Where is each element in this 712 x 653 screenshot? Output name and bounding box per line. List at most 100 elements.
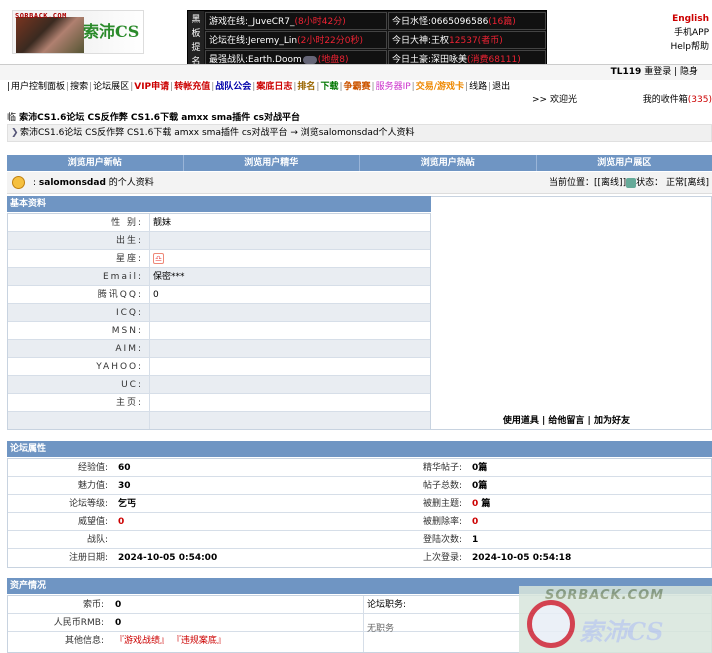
relogin-link[interactable]: 重登录: [644, 67, 671, 77]
add-friend-link[interactable]: 加为好友: [594, 416, 630, 426]
table-row: Email: 保密***: [8, 268, 430, 286]
menu-item-logout[interactable]: 退出: [491, 82, 511, 92]
notice-side-char: 板: [191, 29, 201, 39]
profile-actions: 使用道具 | 给他留言 | 加为好友: [502, 416, 630, 426]
menu-item-record-log[interactable]: 案底日志: [255, 82, 293, 92]
field-value: 0篇: [472, 463, 488, 473]
page-title-prefix: 临: [7, 113, 17, 123]
field-value: 0篇: [472, 481, 488, 491]
menu-item-routes[interactable]: 线路: [468, 82, 488, 92]
leave-message-link[interactable]: 给他留言: [548, 416, 584, 426]
profile-username: salomonsdad: [38, 178, 106, 188]
table-row: 战队: 登陆次数: 1: [8, 531, 711, 549]
notice-online-game[interactable]: 游戏在线:_JuveCR7_(8小时42分): [205, 12, 387, 30]
location-value: [[离线]]: [594, 178, 627, 188]
breadcrumb: ❯ 索沛CS1.6论坛 CS反作弊 CS1.6下载 amxx sma插件 cs对…: [7, 124, 712, 142]
menu-item-trade[interactable]: 交易/游戏卡: [415, 82, 465, 92]
menu-item-forum-showcase[interactable]: 论坛展区: [92, 82, 130, 92]
field-value: 0: [115, 618, 122, 628]
field-label: 其他信息:: [64, 636, 104, 646]
use-item-link[interactable]: 使用道具: [503, 416, 539, 426]
field-value: [149, 358, 430, 375]
help-link[interactable]: Help帮助: [670, 40, 709, 54]
team-badge-icon: [302, 55, 317, 64]
field-value: [118, 531, 358, 548]
field-label: 星座:: [115, 254, 143, 264]
notice-highlight: (8小时42分): [294, 17, 346, 27]
field-label: 登陆次数:: [422, 535, 462, 545]
field-label: 论坛等级:: [68, 499, 108, 509]
field-label: AIM:: [8, 340, 149, 357]
field-label: 性 别:: [111, 218, 143, 228]
forum-post-label: 论坛职务:: [367, 600, 407, 610]
inbox-link[interactable]: 我的收件箱(335): [643, 94, 712, 106]
basic-info-table: 性 别: 靓妹 出生: 星座: ♎ Email: 保密*** 腾讯QQ: 0 ICQ: …: [7, 213, 431, 430]
table-row: UC:: [8, 376, 430, 394]
field-label: 威望值:: [77, 517, 108, 527]
current-user[interactable]: TL119: [611, 67, 642, 77]
watermark-top-text: SORBACK.COM: [545, 588, 665, 603]
english-link[interactable]: English: [670, 12, 709, 26]
status-label: 状态：: [636, 178, 664, 188]
mobile-app-link[interactable]: 手机APP: [670, 26, 709, 40]
breadcrumb-text[interactable]: 索沛CS1.6论坛 CS反作弊 CS1.6下载 amxx sma插件 cs对战平…: [20, 128, 415, 138]
field-label: 人民币RMB:: [53, 618, 104, 628]
header: SORBACK.COM 索沛CS 黑 板 提 名 游戏在线:_JuveCR7_(…: [0, 0, 712, 68]
notice-board: 黑 板 提 名 游戏在线:_JuveCR7_(8小时42分) 今日水怪:0665…: [187, 10, 547, 68]
field-value: 乞丐: [118, 499, 137, 509]
invisible-link[interactable]: 隐身: [680, 67, 698, 77]
field-label: ICQ:: [8, 304, 149, 321]
deleted-topics-count: 0: [472, 499, 479, 509]
top-right-links: English 手机APP Help帮助: [670, 12, 709, 54]
welcome-text: >> 欢迎光: [532, 95, 577, 105]
notice-text: 今日大神:王权: [392, 36, 450, 46]
other-info-links[interactable]: 『游戏战绩』 『违规案底』: [115, 632, 363, 650]
tab-user-essence[interactable]: 浏览用户精华: [184, 155, 360, 171]
field-value: [149, 304, 430, 321]
field-value: 2024-10-05 0:54:18: [472, 553, 572, 563]
field-label: MSN:: [111, 326, 143, 336]
field-label: Email:: [8, 268, 149, 285]
field-label: 索币:: [82, 600, 104, 610]
menu-item-tournament[interactable]: 争霸赛: [343, 82, 372, 92]
notice-water-king[interactable]: 今日水怪:0665096586(16篇): [388, 12, 546, 30]
smiley-face-icon: [12, 176, 25, 189]
menu-item-transfer[interactable]: 转帐充值: [173, 82, 211, 92]
field-label: 被删主题:: [422, 499, 462, 509]
notice-online-forum[interactable]: 论坛在线:Jeremy_Lin(2小时22分0秒): [205, 31, 387, 49]
menu-item-download[interactable]: 下载: [319, 82, 339, 92]
menu-item-control-panel[interactable]: 用户控制面板: [10, 82, 66, 92]
field-label: YAHOO:: [96, 362, 143, 372]
table-row: ICQ:: [8, 304, 430, 322]
sub-row: >> 欢迎光 我的收件箱(335): [0, 94, 712, 106]
tab-user-hot-posts[interactable]: 浏览用户热帖: [360, 155, 537, 171]
field-label: 经验值:: [77, 463, 108, 473]
table-row: 主页:: [8, 394, 430, 412]
logo-brand-text: 索沛CS: [83, 22, 140, 41]
profile-header: : salomonsdad 的个人资料 当前位置：[[离线]] 状态： 正常[离线…: [7, 172, 712, 194]
notice-top-player[interactable]: 今日大神:王权12537(者币): [388, 31, 546, 49]
site-logo[interactable]: SORBACK.COM 索沛CS: [12, 10, 144, 54]
logo-site-text: SORBACK.COM: [15, 12, 67, 20]
main-menu: |用户控制面板|搜索|论坛展区|VIP申请|转帐充值|战队公会|案底日志|排名|…: [7, 82, 511, 92]
profile-tabs: 浏览用户新帖 浏览用户精华 浏览用户热帖 浏览用户展区: [7, 155, 712, 171]
watermark-logo: SORBACK.COM 索沛CS: [519, 586, 712, 653]
tab-user-showcase[interactable]: 浏览用户展区: [537, 155, 712, 171]
table-row: 性 别: 靓妹: [8, 214, 430, 232]
field-label: 注册日期:: [68, 553, 108, 563]
menu-item-search[interactable]: 搜索: [69, 82, 89, 92]
tab-user-new-posts[interactable]: 浏览用户新帖: [7, 155, 184, 171]
menu-item-ranking[interactable]: 排名: [296, 82, 316, 92]
notice-highlight: 12537(者币): [449, 36, 503, 46]
notice-text: 今日水怪:0665096586: [392, 17, 489, 27]
notice-highlight: (16篇): [488, 17, 516, 27]
table-row: 威望值: 0 被删除率: 0: [8, 513, 711, 531]
table-row: [8, 412, 430, 429]
menu-item-clan[interactable]: 战队公会: [214, 82, 252, 92]
field-value: ♎: [149, 250, 430, 267]
breadcrumb-arrow-icon: ❯: [11, 128, 19, 138]
menu-item-server-ip[interactable]: 服务器IP: [375, 82, 412, 92]
menu-item-vip[interactable]: VIP申请: [133, 82, 170, 92]
field-value: 2024-10-05 0:54:00: [118, 553, 218, 563]
field-label: 帖子总数:: [422, 481, 462, 491]
